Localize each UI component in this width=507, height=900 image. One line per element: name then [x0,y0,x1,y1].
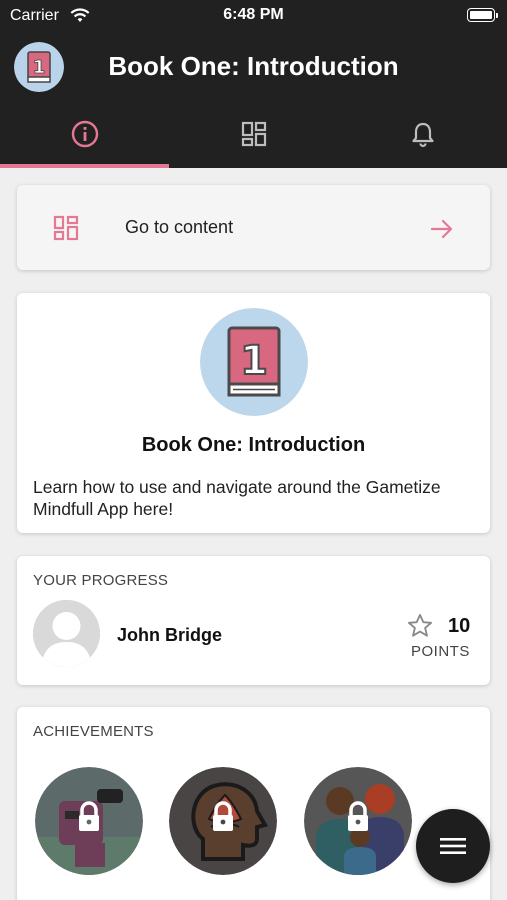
intro-card: 1 Book One: Introduction Learn how to us… [17,293,490,533]
dashboard-icon [53,215,79,241]
tab-content[interactable] [169,100,338,168]
tab-info[interactable] [0,100,169,168]
status-time: 6:48 PM [223,6,284,23]
dashboard-icon [241,121,266,147]
star-icon [407,613,433,637]
progress-section-label: YOUR PROGRESS [33,572,169,589]
status-bar: Carrier 6:48 PM [0,0,507,32]
intro-title: Book One: Introduction [141,434,366,456]
points-value: 10 [448,615,471,637]
bell-icon [411,122,434,148]
arrow-right-icon [430,219,453,239]
intro-description: Learn how to use and navigate around the… [33,477,441,519]
user-name: John Bridge [117,625,223,645]
tab-notifications[interactable] [338,100,507,168]
achievements-card: ACHIEVEMENTS [17,707,490,900]
points-label: POINTS [411,643,470,660]
menu-icon [440,838,466,854]
locked-lotus-head-icon[interactable] [169,767,277,875]
progress-card: YOUR PROGRESS John Bridge 10 POINTS [17,556,490,685]
avatar[interactable] [33,600,100,667]
tab-bar [0,100,507,168]
svg-text:1: 1 [240,338,268,384]
active-tab-indicator [0,164,169,168]
menu-button[interactable] [416,809,490,883]
page-title: Book One: Introduction [108,51,399,81]
go-to-content-card[interactable]: Go to content [17,185,490,270]
battery-icon [467,8,498,22]
info-icon [71,120,98,148]
go-to-content-label: Go to content [125,217,234,237]
achievements-section-label: ACHIEVEMENTS [33,723,154,740]
app-header: 1 Book One: Introduction [0,32,507,100]
book-one-icon: 1 [200,308,308,416]
locked-family-icon[interactable] [304,767,412,875]
locked-character-icon[interactable] [35,767,143,875]
